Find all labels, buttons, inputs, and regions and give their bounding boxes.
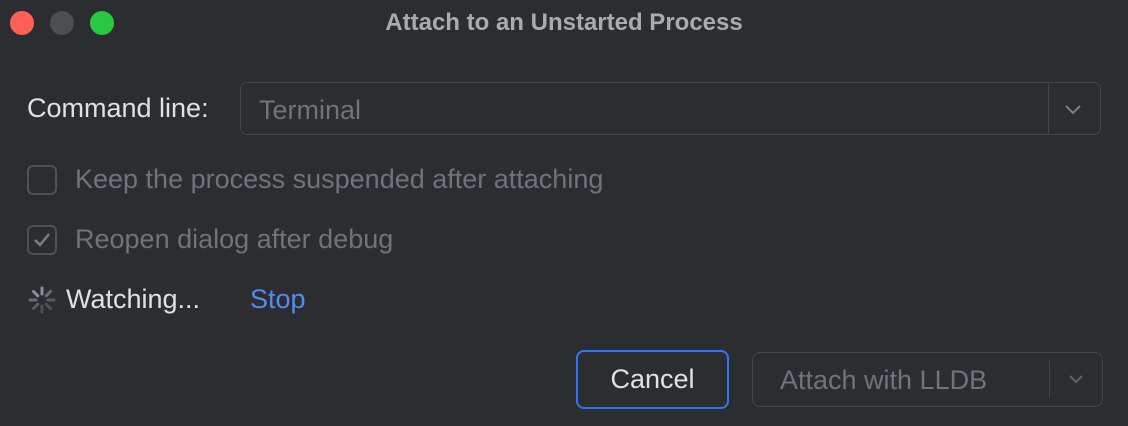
watching-status: Watching... <box>66 284 201 314</box>
attach-button-label: Attach with LLDB <box>780 365 988 395</box>
attach-button-divider <box>1049 361 1050 398</box>
title-bar: Attach to an Unstarted Process <box>0 0 1128 46</box>
stop-link[interactable]: Stop <box>250 284 306 315</box>
checkmark-icon <box>34 233 50 247</box>
reopen-dialog-label: Reopen dialog after debug <box>75 224 394 254</box>
command-line-value: Terminal <box>259 95 362 125</box>
spinner-icon <box>27 285 57 315</box>
keep-suspended-checkbox[interactable] <box>27 165 57 195</box>
chevron-down-icon[interactable] <box>1061 97 1085 121</box>
command-line-combobox[interactable]: Terminal <box>240 82 1101 135</box>
attach-with-lldb-button[interactable]: Attach with LLDB <box>752 352 1103 407</box>
command-line-label: Command line: <box>27 93 209 123</box>
reopen-dialog-checkbox[interactable] <box>27 225 57 255</box>
dialog-title: Attach to an Unstarted Process <box>385 9 743 36</box>
cancel-button[interactable]: Cancel <box>576 350 729 409</box>
chevron-down-icon[interactable] <box>1065 368 1087 390</box>
keep-suspended-label: Keep the process suspended after attachi… <box>75 164 604 194</box>
combo-divider <box>1048 83 1049 134</box>
